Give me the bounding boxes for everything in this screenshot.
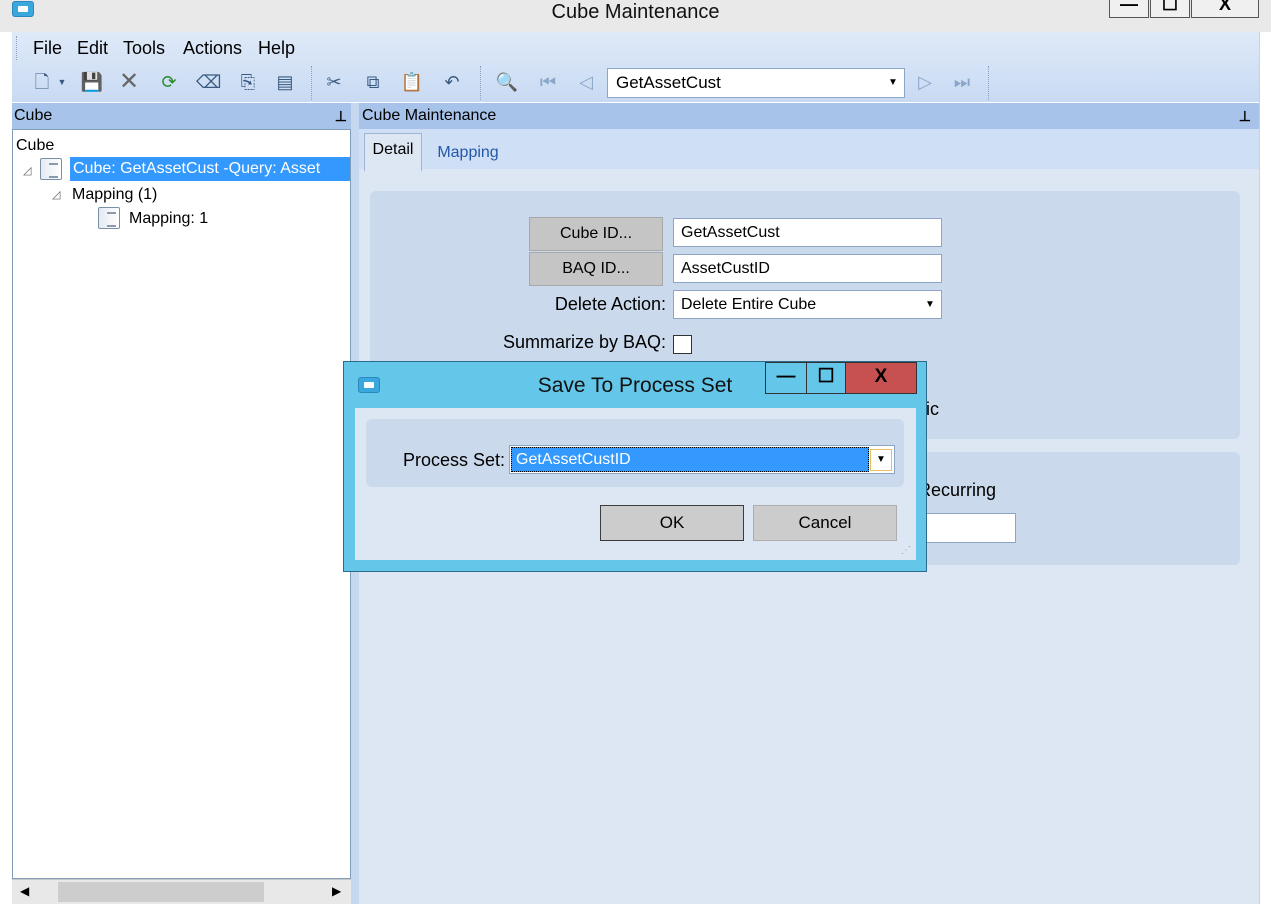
menu-tools[interactable]: Tools	[123, 38, 165, 59]
last-record-icon[interactable]: ⏭	[950, 69, 974, 95]
copy-icon[interactable]: ⧉	[361, 69, 385, 95]
horizontal-scrollbar[interactable]: ◀ ▶	[12, 879, 351, 904]
left-pane-title: Cube	[14, 107, 53, 124]
toolbar-separator	[311, 66, 313, 100]
window-title: Cube Maintenance	[551, 1, 720, 23]
baq-id-button[interactable]: BAQ ID...	[529, 252, 663, 286]
menu-edit[interactable]: Edit	[77, 38, 108, 59]
resize-grip-icon[interactable]: ⋰	[901, 545, 911, 556]
dialog-minimize-button[interactable]: —	[765, 362, 807, 394]
delete-action-select[interactable]: Delete Entire Cube ▼	[673, 290, 942, 319]
chevron-down-icon[interactable]: ▼	[884, 73, 902, 93]
tree-expand-icon[interactable]: ◿	[23, 164, 31, 177]
process-set-value[interactable]: GetAssetCustID	[511, 447, 869, 472]
next-record-icon[interactable]: ▷	[913, 69, 937, 95]
new-icon[interactable]: 🗋	[30, 69, 54, 95]
new-dropdown-icon[interactable]: ▼	[56, 69, 68, 95]
dialog-title: Save To Process Set	[537, 374, 733, 397]
refresh-icon[interactable]: ⟳	[157, 69, 181, 95]
tree-item-mapping-group[interactable]: Mapping (1)	[72, 186, 157, 204]
delete-action-label: Delete Action:	[554, 294, 666, 314]
tree-root[interactable]: Cube	[16, 137, 54, 155]
paste-icon[interactable]: 📋	[400, 69, 424, 95]
delete-action-value: Delete Entire Cube	[681, 296, 817, 313]
toolbar-separator	[988, 66, 990, 100]
tree-item-mapping[interactable]: Mapping: 1	[129, 210, 208, 228]
partial-label: ic	[926, 399, 939, 419]
tab-mapping[interactable]: Mapping	[426, 138, 510, 168]
previous-record-icon[interactable]: ◁	[574, 69, 598, 95]
minimize-button[interactable]: —	[1109, 0, 1149, 18]
window-left-edge	[0, 32, 12, 904]
pin-icon[interactable]: ⊥	[1239, 103, 1251, 129]
toolbar-separator	[480, 66, 482, 100]
search-icon[interactable]: 🔍	[495, 69, 519, 95]
maximize-button[interactable]: ☐	[1150, 0, 1190, 18]
cube-id-field[interactable]: GetAssetCust	[673, 218, 942, 247]
process-set-label: Process Set:	[402, 450, 505, 470]
record-navigator-combo[interactable]: GetAssetCust ▼	[607, 68, 905, 98]
recurring-label: Recurring	[918, 480, 997, 500]
scroll-right-icon[interactable]: ▶	[332, 884, 341, 898]
scrollbar-thumb[interactable]	[58, 882, 264, 902]
dialog-close-button[interactable]: X	[845, 362, 917, 394]
close-button[interactable]: X	[1191, 0, 1259, 18]
left-pane-header: Cube ⊥	[12, 103, 355, 129]
menu-file[interactable]: File	[33, 38, 62, 59]
summarize-by-baq-label: Summarize by BAQ:	[502, 332, 666, 352]
pin-icon[interactable]: ⊥	[335, 103, 347, 129]
first-record-icon[interactable]: ⏮	[536, 69, 560, 95]
menu-help[interactable]: Help	[258, 38, 295, 59]
summarize-by-baq-checkbox[interactable]	[673, 335, 692, 354]
dialog-maximize-button[interactable]: ☐	[806, 362, 846, 394]
right-pane-header: Cube Maintenance ⊥	[359, 103, 1259, 129]
cube-tree[interactable]	[12, 129, 351, 879]
tree-expand-icon[interactable]: ◿	[52, 188, 60, 201]
cut-icon[interactable]: ✂	[322, 69, 346, 95]
chevron-down-icon[interactable]: ▼	[922, 296, 938, 314]
export-icon[interactable]: ▤	[273, 69, 297, 95]
menu-grip	[16, 36, 18, 60]
dialog-app-icon[interactable]	[358, 377, 380, 393]
ok-button[interactable]: OK	[600, 505, 744, 541]
delete-icon[interactable]: ✕	[117, 69, 141, 95]
baq-id-field[interactable]: AssetCustID	[673, 254, 942, 283]
cancel-button[interactable]: Cancel	[753, 505, 897, 541]
attach-icon[interactable]: ⎘	[236, 69, 260, 95]
right-pane-title: Cube Maintenance	[362, 107, 497, 124]
clear-icon[interactable]: ⌫	[196, 69, 221, 95]
cube-id-button[interactable]: Cube ID...	[529, 217, 663, 251]
window-right-edge	[1259, 32, 1271, 904]
record-navigator-value: GetAssetCust	[616, 73, 721, 92]
save-icon[interactable]: 💾	[80, 69, 104, 95]
tree-item-cube[interactable]: Cube: GetAssetCust -Query: Asset	[70, 157, 350, 181]
mapping-icon	[98, 207, 120, 229]
cube-icon	[40, 158, 62, 180]
undo-icon[interactable]: ↶	[440, 69, 464, 95]
scroll-left-icon[interactable]: ◀	[20, 884, 29, 898]
process-set-combo[interactable]: GetAssetCustID ▼	[509, 445, 895, 474]
menu-actions[interactable]: Actions	[183, 38, 242, 59]
chevron-down-icon[interactable]: ▼	[870, 449, 892, 471]
tab-detail[interactable]: Detail	[364, 133, 422, 171]
